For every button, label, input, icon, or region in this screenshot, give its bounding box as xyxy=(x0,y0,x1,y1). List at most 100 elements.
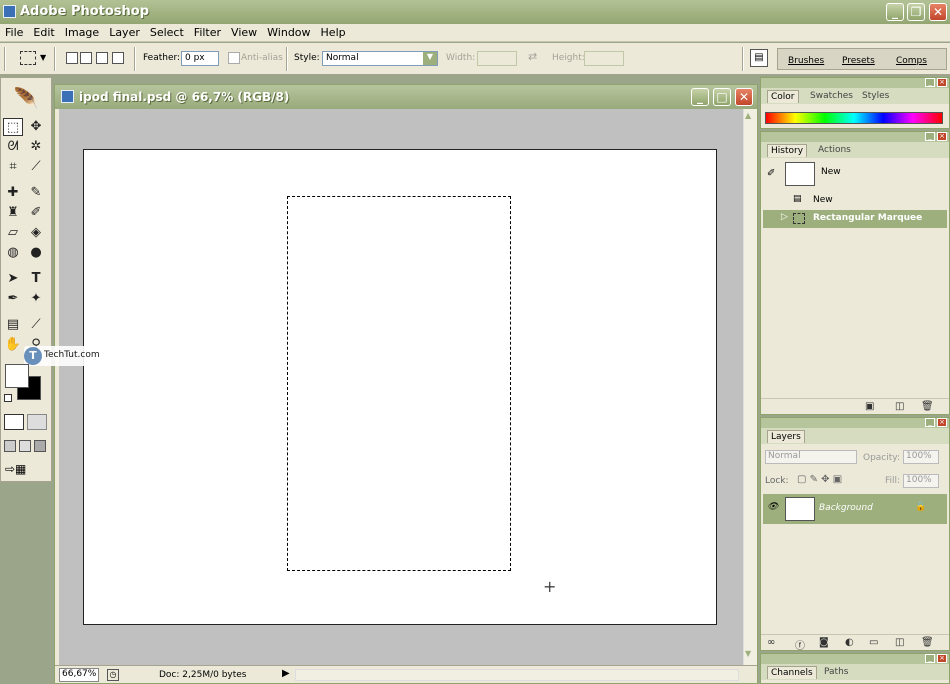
menu-file[interactable]: File xyxy=(0,24,28,39)
new-selection-icon[interactable] xyxy=(66,52,78,64)
tab-paths[interactable]: Paths xyxy=(821,666,851,678)
hand-tool-icon[interactable]: ✋ xyxy=(3,336,23,354)
scroll-up-icon[interactable]: ▲ xyxy=(745,111,751,120)
palette-well-comps[interactable]: Comps xyxy=(896,56,927,66)
standard-mode-icon[interactable] xyxy=(4,414,24,430)
link-layers-icon[interactable]: ∞ xyxy=(767,637,775,648)
palette-well-brushes[interactable]: Brushes xyxy=(788,56,824,66)
history-brush-source-icon[interactable]: ✐ xyxy=(767,168,775,179)
menu-layer[interactable]: Layer xyxy=(104,24,145,39)
lock-icons[interactable]: ▢ ✎ ✥ ▣ xyxy=(797,474,842,485)
layer-mask-icon[interactable]: ◙ xyxy=(819,637,829,648)
menu-image[interactable]: Image xyxy=(60,24,104,39)
intersect-selection-icon[interactable] xyxy=(112,52,124,64)
palette-close-button[interactable]: × xyxy=(937,418,947,427)
tab-channels[interactable]: Channels xyxy=(767,666,817,679)
notes-tool-icon[interactable]: ▤ xyxy=(3,316,23,334)
chevron-down-icon[interactable]: ▼ xyxy=(40,53,46,62)
trash-icon[interactable]: 🗑 xyxy=(921,401,934,412)
height-input[interactable] xyxy=(584,51,624,66)
new-snapshot-icon[interactable]: ◫ xyxy=(895,401,904,412)
eraser-tool-icon[interactable]: ▱ xyxy=(3,224,23,242)
menu-view[interactable]: View xyxy=(226,24,262,39)
opacity-input[interactable]: 100% xyxy=(903,450,939,464)
style-select[interactable]: Normal ▼ xyxy=(322,51,438,66)
history-brush-tool-icon[interactable]: ✐ xyxy=(26,204,46,222)
minimize-button[interactable]: _ xyxy=(886,3,904,21)
move-tool-icon[interactable]: ✥ xyxy=(26,118,46,136)
lasso-tool-icon[interactable]: ᘛ xyxy=(3,138,23,156)
image-canvas[interactable]: + xyxy=(83,149,717,625)
fill-input[interactable]: 100% xyxy=(903,474,939,488)
history-item-rectangular-marquee[interactable]: ▷ Rectangular Marquee xyxy=(763,210,947,228)
path-selection-tool-icon[interactable]: ➤ xyxy=(3,270,23,288)
status-menu-arrow-icon[interactable]: ▶ xyxy=(282,668,290,679)
menu-window[interactable]: Window xyxy=(262,24,315,39)
crop-tool-icon[interactable]: ⌗ xyxy=(3,158,23,176)
screen-mode-standard-icon[interactable] xyxy=(4,440,16,452)
restore-button[interactable]: ❐ xyxy=(907,3,925,21)
pen-tool-icon[interactable]: ✒ xyxy=(3,290,23,308)
new-layer-icon[interactable]: ◫ xyxy=(895,637,904,648)
document-canvas-area[interactable]: + xyxy=(59,109,743,665)
tab-color[interactable]: Color xyxy=(767,90,799,103)
preview-icon[interactable]: ◷ xyxy=(107,669,119,681)
tab-layers[interactable]: Layers xyxy=(767,430,805,443)
doc-minimize-button[interactable]: _ xyxy=(691,88,709,106)
menu-help[interactable]: Help xyxy=(316,24,351,39)
tab-history[interactable]: History xyxy=(767,144,808,157)
adjustment-layer-icon[interactable]: ◐ xyxy=(845,637,854,648)
marquee-preset-icon[interactable] xyxy=(20,51,36,65)
scroll-down-icon[interactable]: ▼ xyxy=(745,649,751,658)
tab-styles[interactable]: Styles xyxy=(859,90,892,102)
add-selection-icon[interactable] xyxy=(80,52,92,64)
antialias-checkbox[interactable] xyxy=(228,52,240,64)
dodge-tool-icon[interactable]: ● xyxy=(26,244,46,262)
zoom-field[interactable]: 66,67% xyxy=(59,668,99,682)
palette-minimize-button[interactable]: _ xyxy=(925,654,935,663)
width-input[interactable] xyxy=(477,51,517,66)
tab-actions[interactable]: Actions xyxy=(815,144,854,156)
magic-wand-tool-icon[interactable]: ✲ xyxy=(26,138,46,156)
eye-icon[interactable]: 👁 xyxy=(767,502,778,512)
swap-icon[interactable]: ⇄ xyxy=(528,50,537,63)
custom-shape-tool-icon[interactable]: ✦ xyxy=(26,290,46,308)
type-tool-icon[interactable]: T xyxy=(26,270,46,288)
horizontal-scrollbar[interactable] xyxy=(295,669,739,681)
brush-tool-icon[interactable]: ✎ xyxy=(26,184,46,202)
menu-edit[interactable]: Edit xyxy=(28,24,59,39)
layer-row-background[interactable]: 👁 Background 🔒 xyxy=(763,494,947,524)
doc-maximize-button[interactable]: □ xyxy=(713,88,731,106)
new-document-from-state-icon[interactable]: ▣ xyxy=(865,401,874,412)
palette-minimize-button[interactable]: _ xyxy=(925,132,935,141)
layer-style-icon[interactable]: ⓕ xyxy=(795,637,805,652)
history-item-new[interactable]: ▤ New xyxy=(763,192,947,210)
menu-filter[interactable]: Filter xyxy=(189,24,226,39)
color-spectrum-bar[interactable] xyxy=(765,112,943,124)
palette-well-presets[interactable]: Presets xyxy=(842,56,875,66)
palette-close-button[interactable]: × xyxy=(937,654,947,663)
menu-select[interactable]: Select xyxy=(145,24,189,39)
marquee-tool-icon[interactable]: ⬚ xyxy=(3,118,23,136)
close-button[interactable]: ✕ xyxy=(929,3,947,21)
file-browser-icon[interactable]: ▤ xyxy=(750,49,768,67)
blur-tool-icon[interactable]: ◍ xyxy=(3,244,23,262)
new-group-icon[interactable]: ▭ xyxy=(869,637,878,648)
feather-input[interactable]: 0 px xyxy=(181,51,219,66)
jump-to-imageready-icon[interactable]: ⇨▦ xyxy=(5,462,41,478)
quick-mask-mode-icon[interactable] xyxy=(27,414,47,430)
screen-mode-full-icon[interactable] xyxy=(34,440,46,452)
foreground-color-swatch[interactable] xyxy=(5,364,29,388)
paint-bucket-tool-icon[interactable]: ◈ xyxy=(26,224,46,242)
vertical-scrollbar[interactable]: ▲ ▼ xyxy=(743,109,757,665)
tab-swatches[interactable]: Swatches xyxy=(807,90,856,102)
trash-icon[interactable]: 🗑 xyxy=(921,637,934,648)
history-snapshot-row[interactable]: ✐ New xyxy=(763,160,947,190)
slice-tool-icon[interactable]: ⟋ xyxy=(26,158,46,176)
eyedropper-tool-icon[interactable]: ⟋ xyxy=(26,316,46,334)
palette-close-button[interactable]: × xyxy=(937,78,947,87)
subtract-selection-icon[interactable] xyxy=(96,52,108,64)
clone-stamp-tool-icon[interactable]: ♜ xyxy=(3,204,23,222)
doc-close-button[interactable]: ✕ xyxy=(735,88,753,106)
palette-close-button[interactable]: × xyxy=(937,132,947,141)
